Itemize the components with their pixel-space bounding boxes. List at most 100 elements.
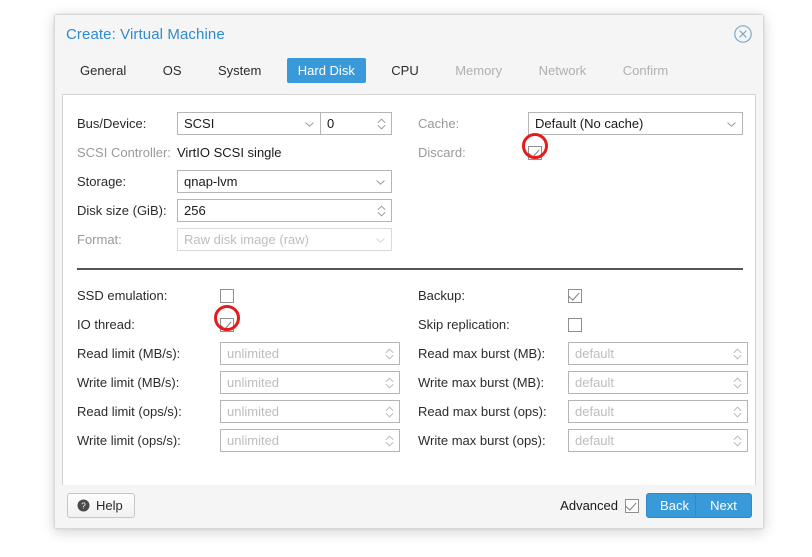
row-scsi-controller: SCSI Controller: VirtIO SCSI single xyxy=(77,138,282,167)
storage-value: qnap-lvm xyxy=(184,174,238,189)
ssd-emulation-checkbox[interactable] xyxy=(220,288,234,303)
write-limit-mb-placeholder: unlimited xyxy=(227,375,280,390)
chevron-down-icon xyxy=(305,121,314,127)
svg-text:?: ? xyxy=(81,501,86,511)
tab-system[interactable]: System xyxy=(207,58,272,83)
tab-general[interactable]: General xyxy=(69,58,137,83)
read-max-burst-ops-stepper[interactable]: default xyxy=(568,400,748,423)
tab-confirm: Confirm xyxy=(622,63,669,78)
create-virtual-machine-dialog: Create: Virtual Machine General OS Syste… xyxy=(54,14,764,529)
stepper-arrows-icon[interactable] xyxy=(385,435,394,447)
advanced-toggle[interactable]: Advanced xyxy=(560,493,639,518)
tab-network: Network xyxy=(538,63,587,78)
row-write-limit-mb: Write limit (MB/s): unlimited xyxy=(77,368,400,397)
format-select: Raw disk image (raw) xyxy=(177,228,392,251)
read-limit-mb-label: Read limit (MB/s): xyxy=(77,346,181,361)
stepper-arrows-icon[interactable] xyxy=(385,377,394,389)
read-max-burst-mb-label: Read max burst (MB): xyxy=(418,346,546,361)
bus-device-index-stepper[interactable]: 0 xyxy=(320,112,392,135)
ssd-emulation-label: SSD emulation: xyxy=(77,288,168,303)
discard-label: Discard: xyxy=(418,145,466,160)
write-limit-ops-stepper[interactable]: unlimited xyxy=(220,429,400,452)
read-limit-mb-placeholder: unlimited xyxy=(227,346,280,361)
row-skip-replication: Skip replication: xyxy=(418,310,582,339)
skip-replication-label: Skip replication: xyxy=(418,317,510,332)
section-divider xyxy=(77,268,743,270)
write-max-burst-mb-stepper[interactable]: default xyxy=(568,371,748,394)
write-max-burst-mb-label: Write max burst (MB): xyxy=(418,375,545,390)
disk-size-label: Disk size (GiB): xyxy=(77,203,167,218)
write-max-burst-ops-placeholder: default xyxy=(575,433,615,448)
row-backup: Backup: xyxy=(418,281,582,310)
format-value: Raw disk image (raw) xyxy=(184,232,309,247)
stepper-arrows-icon[interactable] xyxy=(385,348,394,360)
advanced-checkbox[interactable] xyxy=(625,498,639,513)
scsi-controller-label: SCSI Controller: xyxy=(77,145,171,160)
row-write-max-burst-mb: Write max burst (MB): default xyxy=(418,368,748,397)
stepper-arrows-icon[interactable] xyxy=(377,118,386,130)
cache-label: Cache: xyxy=(418,116,460,131)
bus-device-label: Bus/Device: xyxy=(77,116,147,131)
bus-device-bus-select[interactable]: SCSI xyxy=(177,112,321,135)
close-icon[interactable] xyxy=(733,24,753,44)
write-max-burst-ops-label: Write max burst (ops): xyxy=(418,433,546,448)
storage-label: Storage: xyxy=(77,174,127,189)
chevron-down-icon xyxy=(727,121,736,127)
question-circle-icon: ? xyxy=(77,499,90,512)
cache-select[interactable]: Default (No cache) xyxy=(528,112,743,135)
hard-disk-form: Bus/Device: SCSI 0 SCSI Controller: Virt… xyxy=(62,94,756,493)
skip-replication-checkbox[interactable] xyxy=(568,317,582,332)
row-disk-size: Disk size (GiB): 256 xyxy=(77,196,392,225)
write-limit-mb-label: Write limit (MB/s): xyxy=(77,375,180,390)
chevron-down-icon xyxy=(376,179,385,185)
scsi-controller-value: VirtIO SCSI single xyxy=(177,145,282,160)
row-io-thread: IO thread: xyxy=(77,310,234,339)
backup-label: Backup: xyxy=(418,288,465,303)
write-limit-ops-label: Write limit (ops/s): xyxy=(77,433,181,448)
tab-cpu[interactable]: CPU xyxy=(380,58,429,83)
tab-os[interactable]: OS xyxy=(152,58,193,83)
io-thread-label: IO thread: xyxy=(77,317,135,332)
read-limit-ops-placeholder: unlimited xyxy=(227,404,280,419)
disk-size-value: 256 xyxy=(184,203,206,218)
help-button[interactable]: ? Help xyxy=(67,493,135,518)
read-limit-mb-stepper[interactable]: unlimited xyxy=(220,342,400,365)
discard-checkbox[interactable] xyxy=(528,145,542,160)
storage-select[interactable]: qnap-lvm xyxy=(177,170,392,193)
row-discard: Discard: xyxy=(418,138,542,167)
help-button-label: Help xyxy=(96,498,123,513)
stepper-arrows-icon[interactable] xyxy=(377,205,386,217)
read-max-burst-mb-placeholder: default xyxy=(575,346,615,361)
write-max-burst-mb-placeholder: default xyxy=(575,375,615,390)
row-cache: Cache: Default (No cache) xyxy=(418,109,743,138)
stepper-arrows-icon[interactable] xyxy=(385,406,394,418)
advanced-label: Advanced xyxy=(560,498,618,513)
row-write-limit-ops: Write limit (ops/s): unlimited xyxy=(77,426,400,455)
stepper-arrows-icon[interactable] xyxy=(733,377,742,389)
read-max-burst-ops-placeholder: default xyxy=(575,404,615,419)
row-read-limit-mb: Read limit (MB/s): unlimited xyxy=(77,339,400,368)
backup-checkbox[interactable] xyxy=(568,288,582,303)
row-read-max-burst-mb: Read max burst (MB): default xyxy=(418,339,748,368)
cache-value: Default (No cache) xyxy=(535,116,644,131)
next-button[interactable]: Next xyxy=(695,493,752,518)
disk-size-stepper[interactable]: 256 xyxy=(177,199,392,222)
dialog-header: Create: Virtual Machine xyxy=(55,15,763,58)
page-title: Create: Virtual Machine xyxy=(66,26,225,43)
read-limit-ops-stepper[interactable]: unlimited xyxy=(220,400,400,423)
chevron-down-icon xyxy=(376,237,385,243)
row-ssd-emulation: SSD emulation: xyxy=(77,281,234,310)
stepper-arrows-icon[interactable] xyxy=(733,348,742,360)
stepper-arrows-icon[interactable] xyxy=(733,435,742,447)
row-bus-device: Bus/Device: SCSI 0 xyxy=(77,109,392,138)
read-max-burst-ops-label: Read max burst (ops): xyxy=(418,404,547,419)
write-max-burst-ops-stepper[interactable]: default xyxy=(568,429,748,452)
io-thread-checkbox[interactable] xyxy=(220,317,234,332)
bus-device-bus-value: SCSI xyxy=(184,116,215,131)
row-read-limit-ops: Read limit (ops/s): unlimited xyxy=(77,397,400,426)
tab-memory: Memory xyxy=(455,63,503,78)
tab-hard-disk[interactable]: Hard Disk xyxy=(286,58,366,83)
stepper-arrows-icon[interactable] xyxy=(733,406,742,418)
read-max-burst-mb-stepper[interactable]: default xyxy=(568,342,748,365)
write-limit-mb-stepper[interactable]: unlimited xyxy=(220,371,400,394)
